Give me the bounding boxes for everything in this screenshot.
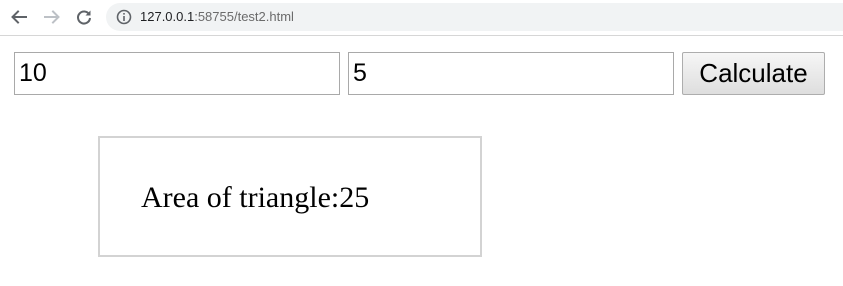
url-host: 127.0.0.1 <box>140 9 195 24</box>
height-input[interactable] <box>348 52 674 95</box>
arrow-left-icon <box>11 10 27 24</box>
arrow-right-icon <box>44 10 60 24</box>
address-bar[interactable]: 127.0.0.1:58755/test2.html <box>106 3 843 31</box>
base-input[interactable] <box>14 52 340 95</box>
url-path: :58755/test2.html <box>194 9 294 24</box>
reload-button[interactable] <box>73 6 95 28</box>
browser-toolbar: 127.0.0.1:58755/test2.html <box>0 0 843 36</box>
result-panel: Area of triangle:25 <box>98 136 482 257</box>
calculate-button[interactable]: Calculate <box>682 52 825 95</box>
url-text[interactable]: 127.0.0.1:58755/test2.html <box>140 9 294 25</box>
back-button[interactable] <box>8 6 30 28</box>
reload-icon <box>77 10 91 25</box>
forward-button[interactable] <box>41 6 63 28</box>
result-text: Area of triangle:25 <box>141 181 370 214</box>
info-icon[interactable] <box>116 9 132 25</box>
